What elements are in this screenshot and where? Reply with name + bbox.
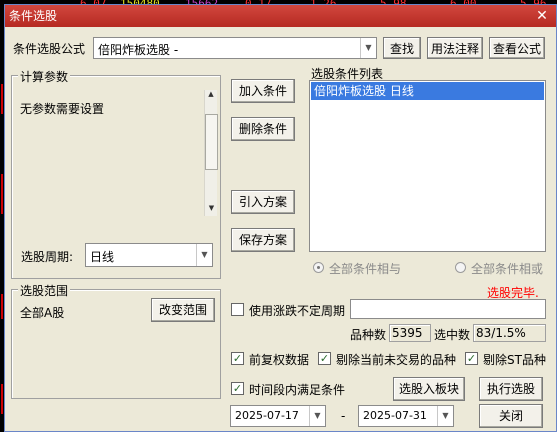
exclude-non-trading-checkbox[interactable]: ✓ (318, 352, 331, 365)
variable-period-label: 使用涨跌不定周期 (249, 304, 346, 318)
save-plan-button[interactable]: 保存方案 (231, 228, 295, 252)
chevron-down-icon[interactable]: ▼ (309, 406, 325, 426)
start-date-value: 2025-07-17 (235, 409, 299, 422)
chevron-down-icon[interactable]: ▼ (437, 406, 453, 426)
window-title: 条件选股 (9, 9, 58, 23)
list-item[interactable]: 倍阳炸板选股 日线 (311, 82, 544, 100)
title-bar[interactable]: 条件选股 ✕ (5, 5, 556, 27)
condition-select-dialog: 条件选股 ✕ 条件选股公式 倍阳炸板选股 - ▼ 查找 用法注释 查看公式 计算… (4, 4, 557, 432)
range-title: 选股范围 (18, 282, 71, 299)
chevron-down-icon[interactable]: ▼ (360, 38, 376, 58)
chevron-down-icon[interactable]: ▼ (196, 244, 212, 266)
or-radio[interactable] (455, 262, 466, 273)
usage-button[interactable]: 用法注释 (427, 37, 483, 59)
variety-count-label: 品种数 (350, 328, 387, 342)
period-value: 日线 (90, 250, 115, 264)
scroll-up-icon[interactable]: ▲ (205, 90, 217, 102)
variable-period-input[interactable] (350, 299, 546, 319)
close-icon[interactable]: ✕ (534, 8, 550, 24)
end-date-value: 2025-07-31 (363, 409, 427, 422)
period-label: 选股周期: (21, 250, 74, 264)
and-label: 全部条件相与 (329, 262, 402, 276)
time-range-checkbox[interactable]: ✓ (231, 382, 244, 395)
condition-item-label: 倍阳炸板选股 日线 (314, 84, 414, 98)
select-to-board-button[interactable]: 选股入板块 (393, 377, 465, 401)
date-separator: - (341, 409, 346, 423)
pre-adjust-checkbox[interactable]: ✓ (231, 352, 244, 365)
time-range-label: 时间段内满足条件 (249, 383, 346, 397)
delete-condition-button[interactable]: 删除条件 (231, 117, 295, 141)
exclude-non-trading-label: 剔除当前未交易的品种 (336, 353, 457, 367)
change-range-button[interactable]: 改变范围 (151, 298, 215, 322)
formula-dropdown[interactable]: 倍阳炸板选股 - ▼ (93, 37, 377, 59)
conditions-list[interactable]: 倍阳炸板选股 日线 (309, 80, 546, 252)
params-group: 计算参数 无参数需要设置 ▲ ▼ 选股周期: 日线 ▼ (11, 68, 221, 279)
scroll-thumb[interactable] (205, 114, 218, 170)
execute-button[interactable]: 执行选股 (479, 377, 543, 401)
exclude-st-checkbox[interactable]: ✓ (465, 352, 478, 365)
params-scrollbar[interactable]: ▲ ▼ (204, 90, 218, 216)
exclude-st-label: 剔除ST品种 (483, 353, 546, 367)
variable-period-checkbox[interactable] (231, 303, 244, 316)
pre-adjust-label: 前复权数据 (249, 353, 310, 367)
view-formula-button[interactable]: 查看公式 (489, 37, 545, 59)
variety-count-value: 5395 (389, 324, 431, 342)
period-dropdown[interactable]: 日线 ▼ (85, 243, 213, 267)
params-title: 计算参数 (18, 68, 71, 85)
import-plan-button[interactable]: 引入方案 (231, 190, 295, 214)
close-button[interactable]: 关闭 (479, 404, 543, 428)
formula-value: 倍阳炸板选股 - (98, 43, 179, 57)
end-date-picker[interactable]: 2025-07-31 ▼ (358, 405, 454, 427)
formula-label: 条件选股公式 (13, 42, 86, 56)
selected-count-label: 选中数 (434, 328, 471, 342)
params-empty-text: 无参数需要设置 (20, 102, 105, 116)
start-date-picker[interactable]: 2025-07-17 ▼ (230, 405, 326, 427)
range-group: 选股范围 全部A股 改变范围 (11, 282, 221, 399)
selected-count-value: 83/1.5% (473, 324, 546, 342)
scroll-down-icon[interactable]: ▼ (205, 204, 218, 216)
and-radio[interactable] (313, 262, 324, 273)
find-button[interactable]: 查找 (383, 37, 421, 59)
or-label: 全部条件相或 (471, 262, 544, 276)
add-condition-button[interactable]: 加入条件 (231, 79, 295, 103)
range-value: 全部A股 (20, 306, 65, 320)
